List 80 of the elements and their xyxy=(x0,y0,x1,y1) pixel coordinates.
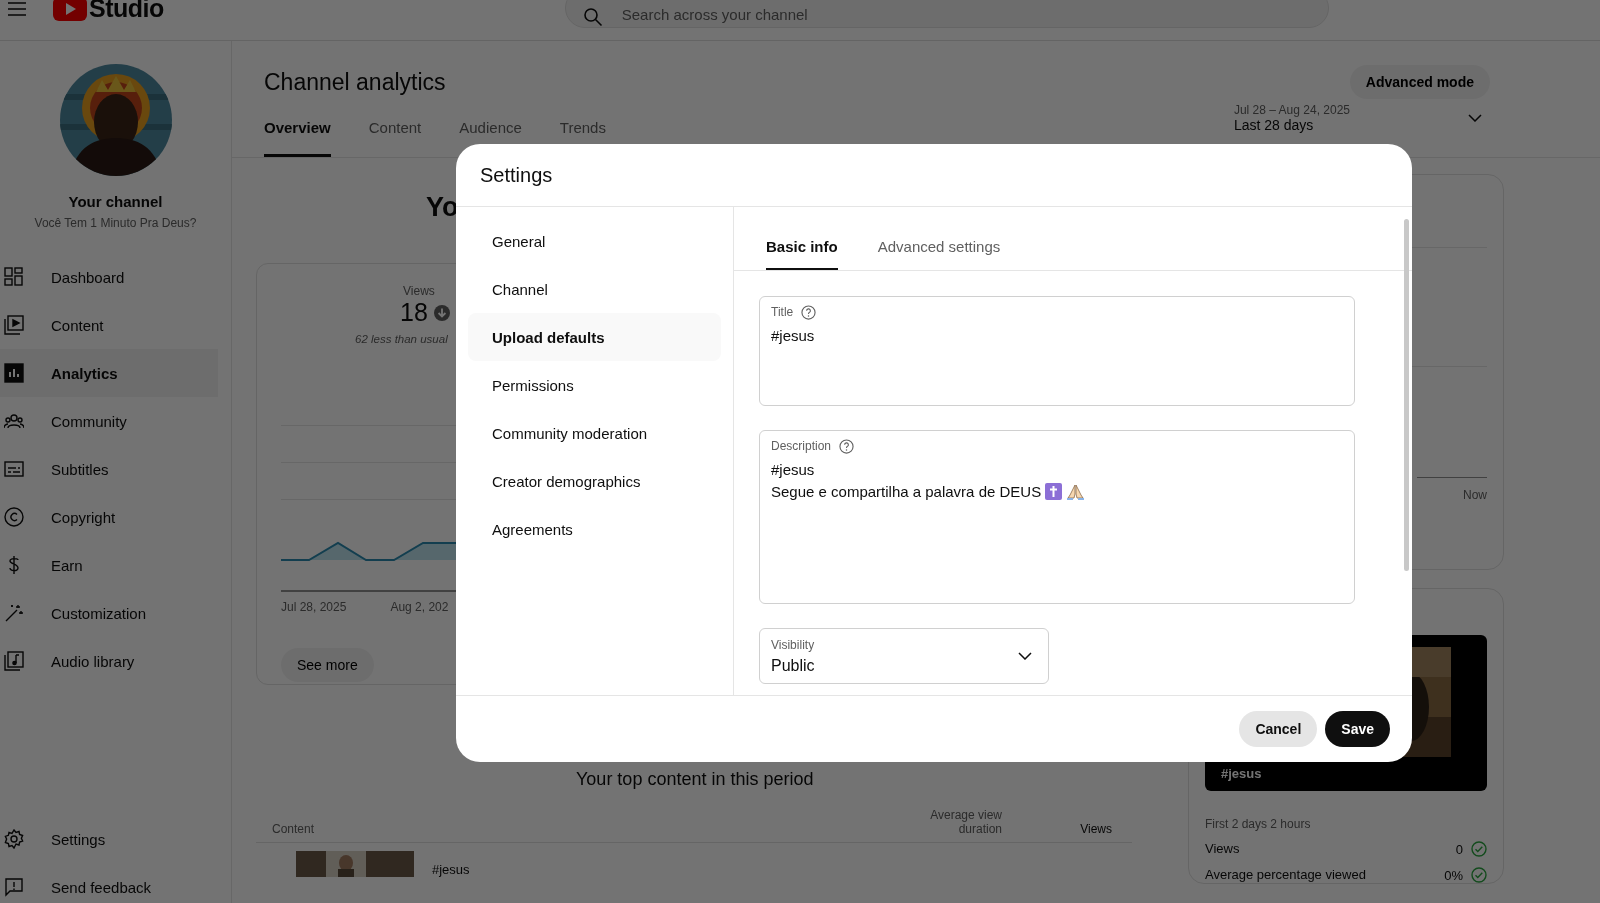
sidebar-item[interactable]: Audio library xyxy=(0,637,218,685)
metric-value: 18 xyxy=(400,298,428,327)
cancel-button[interactable]: Cancel xyxy=(1239,711,1318,747)
metric-value: 0 xyxy=(1455,841,1463,857)
metric-label: Views xyxy=(1205,841,1240,857)
sidebar-item[interactable]: Analytics xyxy=(0,349,218,397)
settings-nav-item[interactable]: General xyxy=(468,217,721,265)
sidebar-item[interactable]: Dashboard xyxy=(0,253,218,301)
field-value: Public xyxy=(771,657,815,675)
video-title[interactable]: #jesus xyxy=(432,862,470,877)
description-field[interactable]: Description #jesus Segue e compartilha a palavra de DEUS xyxy=(759,430,1355,604)
video-icon xyxy=(4,315,24,335)
section-heading: Your top content in this period xyxy=(576,769,815,790)
settings-nav-item[interactable]: Creator demographics xyxy=(468,457,721,505)
settings-nav-item[interactable]: Community moderation xyxy=(468,409,721,457)
settings-icon xyxy=(4,829,24,849)
sidebar-item[interactable]: Copyright xyxy=(0,493,218,541)
settings-nav-item[interactable]: Upload defaults xyxy=(468,313,721,361)
sidebar-item[interactable]: Customization xyxy=(0,589,218,637)
settings-nav-item[interactable]: Channel xyxy=(468,265,721,313)
save-button[interactable]: Save xyxy=(1325,711,1390,747)
praying-hands-icon xyxy=(1066,483,1086,500)
scrollbar[interactable] xyxy=(1404,219,1409,571)
sidebar-item[interactable]: Settings xyxy=(0,815,218,863)
page-title: Channel analytics xyxy=(264,68,446,96)
tab[interactable]: Basic info xyxy=(766,238,838,270)
title-field[interactable]: Title #jesus xyxy=(759,296,1355,406)
sidebar-item[interactable]: Content xyxy=(0,301,218,349)
sidebar-item[interactable]: Earn xyxy=(0,541,218,589)
magic-wand-icon xyxy=(4,603,24,623)
metric-value: 0% xyxy=(1444,867,1463,883)
comparison-text: 62 less than usual xyxy=(355,333,448,345)
sidebar-item[interactable]: Subtitles xyxy=(0,445,218,493)
see-more-button[interactable]: See more xyxy=(281,648,374,682)
date-range: Jul 28 – Aug 24, 2025 xyxy=(1233,103,1350,117)
field-label: Visibility xyxy=(771,638,815,652)
advanced-mode-button[interactable]: Advanced mode xyxy=(1349,65,1490,99)
field-label: Description xyxy=(771,439,832,453)
music-note-icon xyxy=(4,651,24,671)
chevron-down-icon xyxy=(1468,114,1482,122)
feedback-icon xyxy=(4,877,24,897)
dialog-title: Settings xyxy=(456,144,1412,207)
tab[interactable]: Overview xyxy=(264,107,331,157)
sidebar-item[interactable]: Send feedback xyxy=(0,863,218,903)
copyright-icon xyxy=(4,507,24,527)
field-label: Title xyxy=(771,305,794,319)
field-value: #jesus xyxy=(771,461,815,478)
visibility-dropdown[interactable]: Visibility Public xyxy=(759,628,1049,684)
tab[interactable]: Advanced settings xyxy=(877,238,1001,270)
period-label: Last 28 days xyxy=(1233,117,1315,133)
channel-name: Você Tem 1 Minuto Pra Deus? xyxy=(34,216,197,230)
people-icon xyxy=(4,411,24,431)
help-icon[interactable] xyxy=(839,438,855,454)
column-header: Average view duration xyxy=(929,808,1002,836)
axis-label: Jul 28, 2025 xyxy=(281,600,347,614)
field-value: #jesus xyxy=(771,327,815,344)
settings-nav-item[interactable]: Agreements xyxy=(468,505,721,553)
thumbnail-label: #jesus xyxy=(1221,766,1262,781)
menu-icon[interactable] xyxy=(7,2,27,16)
metric-label: Views xyxy=(403,284,435,298)
cross-emoji-icon xyxy=(1045,483,1063,500)
tab[interactable]: Content xyxy=(368,107,422,157)
search-icon xyxy=(582,7,603,27)
help-icon[interactable] xyxy=(801,304,817,320)
field-value: Segue e compartilha a palavra de DEUS xyxy=(771,483,1042,500)
chevron-down-icon xyxy=(1018,652,1032,660)
play-logo-icon[interactable] xyxy=(53,0,87,21)
metric-label: Average percentage viewed xyxy=(1205,867,1366,883)
bar-chart-icon xyxy=(4,363,24,383)
subtitles-icon xyxy=(4,459,24,479)
sidebar-item[interactable]: Community xyxy=(0,397,218,445)
search-field[interactable]: Search across your channel xyxy=(564,0,1329,28)
column-header: Views xyxy=(1079,822,1112,836)
axis-label: Aug 2, 202 xyxy=(390,600,449,614)
channel-title: Your channel xyxy=(68,193,163,210)
dashboard-icon xyxy=(4,267,24,287)
settings-nav-item[interactable]: Permissions xyxy=(468,361,721,409)
axis-label: Now xyxy=(1463,488,1487,502)
column-header: Content xyxy=(272,822,316,836)
period-text: First 2 days 2 hours xyxy=(1205,817,1312,831)
